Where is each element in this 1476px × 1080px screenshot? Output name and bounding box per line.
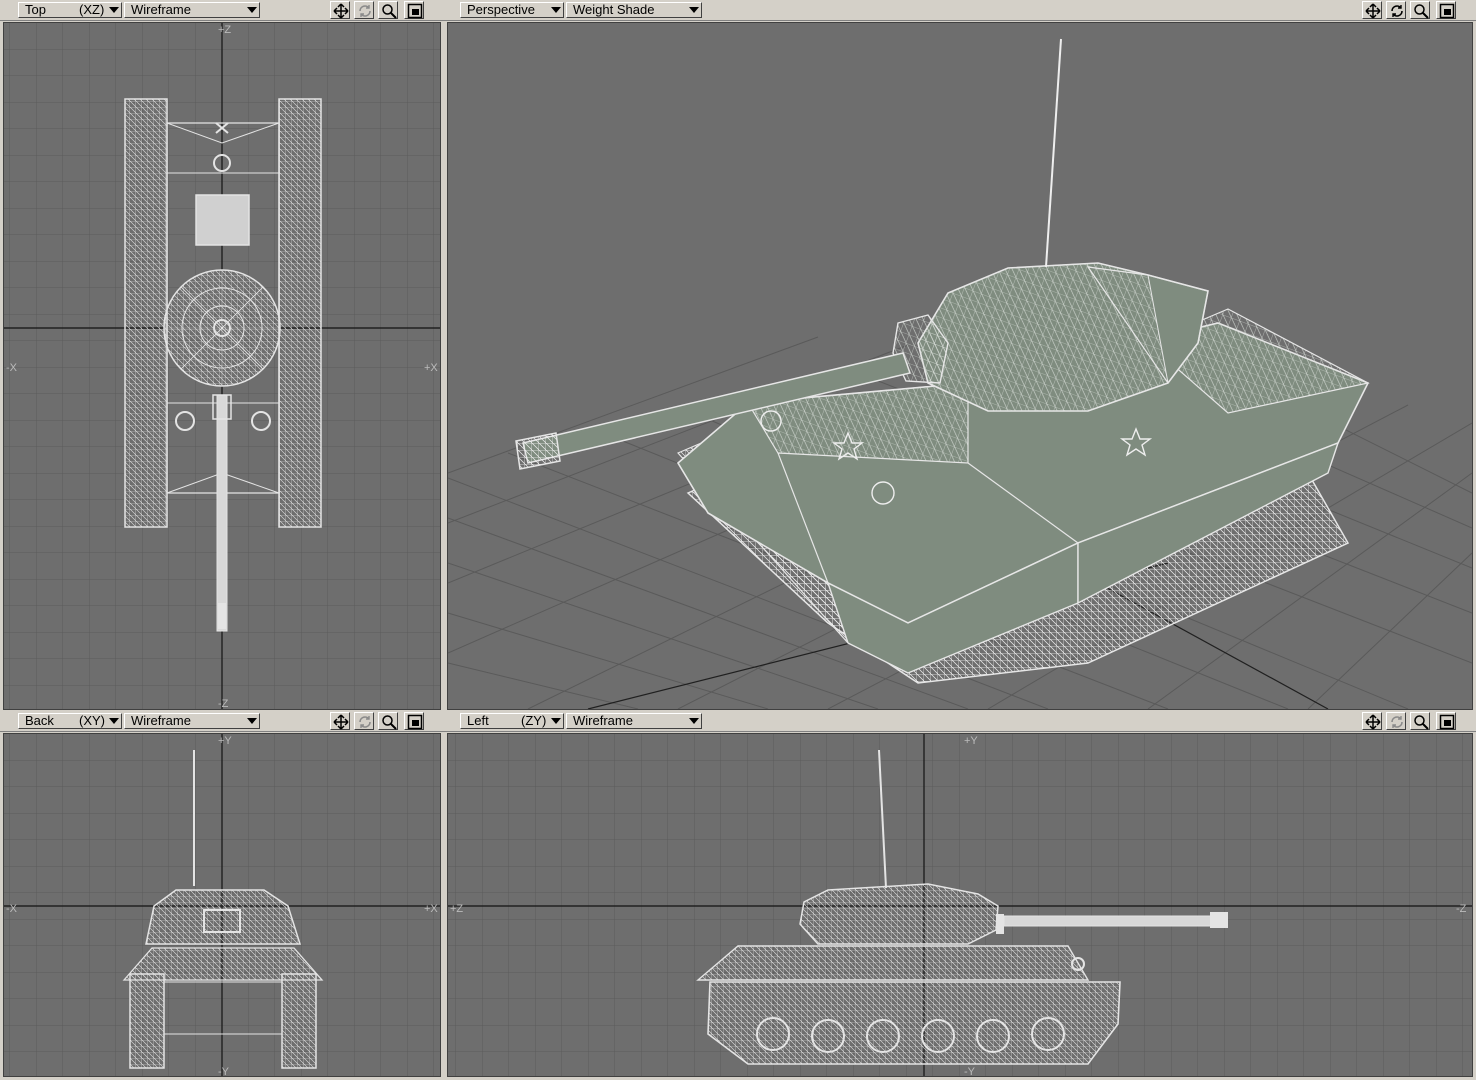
axis-tick-right: +X: [424, 903, 438, 915]
move-view-icon: [1365, 3, 1381, 19]
move-view-icon: [333, 3, 349, 19]
axis-tick-top: +Z: [218, 24, 231, 36]
viewport-left-canvas[interactable]: +Y -Y +Z -Z: [447, 733, 1473, 1077]
dropdown-arrow-icon: [109, 718, 119, 724]
view-type-select-back[interactable]: Back (XY): [18, 713, 122, 729]
dropdown-arrow-icon: [247, 7, 257, 13]
view-type-label: Perspective: [467, 2, 535, 17]
maximize-view-icon: [407, 714, 423, 730]
view-type-select-perspective[interactable]: Perspective: [460, 2, 564, 18]
maximize-view-button[interactable]: [404, 712, 424, 730]
dropdown-arrow-icon: [689, 718, 699, 724]
zoom-view-button[interactable]: [378, 712, 398, 730]
back-view-scene: +Y -Y -X +X: [4, 734, 440, 1076]
view-type-select-left[interactable]: Left (ZY): [460, 713, 564, 729]
viewport-perspective-canvas[interactable]: [447, 22, 1473, 710]
viewport-left[interactable]: Left (ZY) Wireframe +Y -Y +Z -Z: [444, 711, 1476, 1080]
viewport-back-canvas[interactable]: +Y -Y -X +X: [3, 733, 441, 1077]
dropdown-arrow-icon: [247, 718, 257, 724]
render-mode-label: Wireframe: [131, 713, 191, 728]
axis-tick-left: +Z: [450, 903, 463, 915]
axis-tick-top: +Y: [218, 735, 232, 747]
maximize-view-button[interactable]: [1436, 712, 1456, 730]
dropdown-arrow-icon: [551, 718, 561, 724]
render-mode-select-top[interactable]: Wireframe: [124, 2, 260, 18]
left-view-scene: +Y -Y +Z -Z: [448, 734, 1472, 1076]
move-view-icon: [333, 714, 349, 730]
axis-tick-right: +X: [424, 362, 438, 374]
viewport-left-header: Left (ZY) Wireframe: [444, 711, 1476, 732]
viewport-top-canvas[interactable]: +Z -Z -X +X: [3, 22, 441, 710]
zoom-view-icon: [1414, 715, 1429, 730]
move-view-button[interactable]: [330, 1, 350, 19]
axis-tick-bottom: -Z: [218, 698, 229, 709]
axis-tick-bottom: -Y: [218, 1066, 230, 1076]
viewport-perspective-header: Perspective Weight Shade: [444, 0, 1476, 21]
render-mode-label: Wireframe: [131, 2, 191, 17]
render-mode-select-left[interactable]: Wireframe: [566, 713, 702, 729]
rotate-view-icon: [359, 716, 371, 728]
rotate-view-icon: [1391, 716, 1403, 728]
maximize-view-icon: [1439, 714, 1455, 730]
view-type-label: Top: [25, 2, 46, 17]
axis-label: (ZY): [521, 713, 547, 728]
axis-tick-left: -X: [6, 903, 18, 915]
axis-label: (XY): [79, 713, 105, 728]
rotate-view-button[interactable]: [354, 712, 374, 730]
move-view-button[interactable]: [1362, 712, 1382, 730]
dropdown-arrow-icon: [109, 7, 119, 13]
view-type-label: Back: [25, 713, 54, 728]
move-view-button[interactable]: [330, 712, 350, 730]
top-view-scene: +Z -Z -X +X: [4, 23, 440, 709]
viewport-top-header: Top (XZ) Wireframe: [0, 0, 444, 21]
axis-tick-left: -X: [6, 362, 18, 374]
rotate-view-button[interactable]: [1386, 712, 1406, 730]
zoom-view-button[interactable]: [1410, 712, 1430, 730]
maximize-view-icon: [407, 3, 423, 19]
rotate-view-icon: [359, 5, 371, 17]
axis-tick-right: -Z: [1456, 903, 1467, 915]
render-mode-label: Wireframe: [573, 713, 633, 728]
move-view-button[interactable]: [1362, 1, 1382, 19]
viewport-back-header: Back (XY) Wireframe: [0, 711, 444, 732]
move-view-icon: [1365, 714, 1381, 730]
axis-label: (XZ): [79, 2, 105, 17]
viewport-top[interactable]: Top (XZ) Wireframe +Z -Z -X +X: [0, 0, 444, 713]
rotate-view-button[interactable]: [1386, 1, 1406, 19]
maximize-view-icon: [1439, 3, 1455, 19]
maximize-view-button[interactable]: [404, 1, 424, 19]
perspective-view-scene: [448, 38, 1472, 709]
rotate-view-icon: [1391, 5, 1403, 17]
dropdown-arrow-icon: [551, 7, 561, 13]
zoom-view-icon: [1414, 4, 1429, 19]
zoom-view-icon: [382, 4, 397, 19]
axis-tick-top: +Y: [964, 735, 978, 747]
zoom-view-button[interactable]: [1410, 1, 1430, 19]
render-mode-select-back[interactable]: Wireframe: [124, 713, 260, 729]
axis-tick-bottom: -Y: [964, 1066, 976, 1076]
render-mode-select-perspective[interactable]: Weight Shade: [566, 2, 702, 18]
maximize-view-button[interactable]: [1436, 1, 1456, 19]
dropdown-arrow-icon: [689, 7, 699, 13]
viewport-perspective[interactable]: Perspective Weight Shade: [444, 0, 1476, 713]
view-type-select-top[interactable]: Top (XZ): [18, 2, 122, 18]
view-type-label: Left: [467, 713, 489, 728]
render-mode-label: Weight Shade: [573, 2, 655, 17]
viewport-back[interactable]: Back (XY) Wireframe +Y -Y -X +X: [0, 711, 444, 1080]
rotate-view-button[interactable]: [354, 1, 374, 19]
zoom-view-button[interactable]: [378, 1, 398, 19]
zoom-view-icon: [382, 715, 397, 730]
